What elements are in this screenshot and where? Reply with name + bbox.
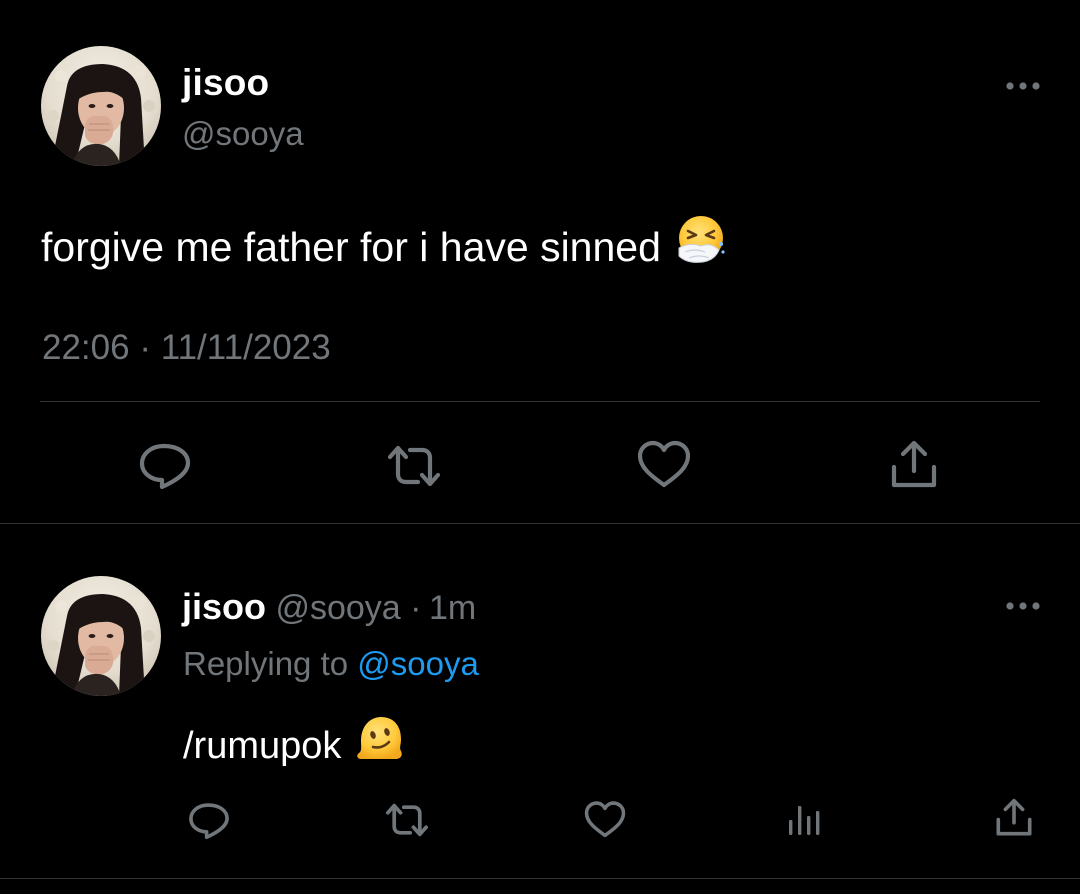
melting-face-emoji (355, 715, 405, 776)
header-separator: · (410, 589, 422, 627)
retweet-icon[interactable] (384, 441, 444, 491)
heart-icon[interactable] (636, 439, 692, 491)
replying-to-label: Replying to (183, 645, 349, 682)
divider (40, 401, 1040, 402)
replying-to-line: Replying to @sooya (183, 641, 479, 687)
tweet-time: 22:06 (42, 328, 130, 367)
divider (0, 523, 1080, 524)
user-handle[interactable]: @sooya (182, 112, 304, 156)
reply-text-content: /rumupok (183, 724, 342, 767)
display-name[interactable]: jisoo (182, 60, 269, 106)
more-dots-icon[interactable] (1002, 76, 1046, 96)
reply-bubble-icon[interactable] (187, 798, 231, 842)
avatar[interactable] (41, 46, 161, 166)
tweet-date: 11/11/2023 (160, 328, 331, 367)
reply-time-ago: 1m (428, 589, 477, 627)
reply-text: /rumupok (183, 715, 405, 776)
more-dots-icon[interactable] (1002, 596, 1046, 616)
replying-to-mention[interactable]: @sooya (357, 645, 479, 682)
divider (0, 878, 1080, 879)
views-bar-chart-icon[interactable] (785, 800, 825, 840)
reply-bubble-icon[interactable] (137, 437, 193, 493)
reply-header: jisoo @sooya · 1m (182, 584, 476, 631)
tweet-timestamp: 22:06 · 11/11/2023 (42, 326, 331, 370)
timestamp-separator: · (139, 328, 151, 367)
sneezing-face-emoji (675, 214, 727, 279)
share-icon[interactable] (886, 437, 942, 493)
tweet-text-content: forgive me father for i have sinned (41, 223, 661, 270)
tweet-text: forgive me father for i have sinned (41, 214, 727, 279)
retweet-icon[interactable] (383, 800, 431, 840)
avatar[interactable] (41, 576, 161, 696)
share-icon[interactable] (992, 796, 1036, 840)
display-name[interactable]: jisoo (182, 586, 266, 627)
user-handle[interactable]: @sooya (275, 589, 400, 627)
heart-icon[interactable] (583, 800, 627, 840)
